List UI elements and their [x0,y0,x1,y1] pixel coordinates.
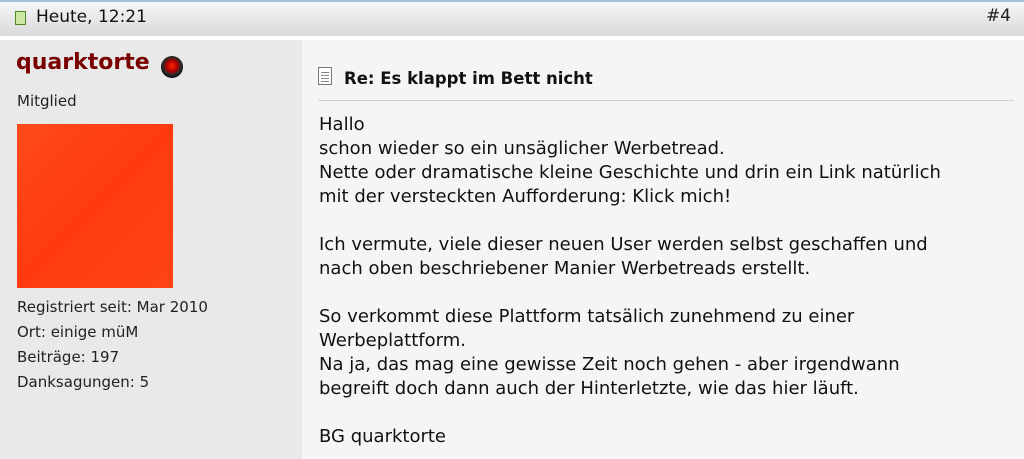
user-title: Mitglied [17,92,77,110]
post-body: Re: Es klappt im Bett nicht Hallo schon … [302,40,1024,459]
post-title: Re: Es klappt im Bett nicht [344,69,593,88]
message-line: mit der versteckten Aufforderung: Klick … [319,186,732,207]
post-title-row: Re: Es klappt im Bett nicht [318,62,1014,101]
stat-location: Ort: einige müM [17,323,139,341]
message-line: Nette oder dramatische kleine Geschichte… [319,162,941,183]
document-icon [318,67,332,85]
stat-registered: Registriert seit: Mar 2010 [17,298,208,316]
post-header: Heute, 12:21 #4 [0,0,1024,36]
message-line: begreift doch dann auch der Hinterletzte… [319,378,859,399]
post-message: Hallo schon wieder so ein unsäglicher We… [319,113,1019,449]
post-date: Heute, 12:21 [36,7,147,27]
message-line: So verkommt diese Plattform tatsälich zu… [319,306,855,327]
user-info-panel: quarktorte Mitglied Registriert seit: Ma… [0,40,302,459]
offline-status-icon [161,56,183,78]
avatar[interactable] [17,124,173,288]
message-line: Werbeplattform. [319,330,466,351]
user-stats: Registriert seit: Mar 2010 Ort: einige m… [17,295,208,395]
message-line: Hallo [319,114,365,135]
post-status-icon [15,11,26,25]
stat-posts: Beiträge: 197 [17,348,120,366]
message-line: Na ja, das mag eine gewisse Zeit noch ge… [319,354,900,375]
message-line: BG quarktorte [319,426,446,447]
stat-thanks: Danksagungen: 5 [17,373,150,391]
message-line: schon wieder so ein unsäglicher Werbetre… [319,138,725,159]
message-line: Ich vermute, viele dieser neuen User wer… [319,234,928,255]
username-link[interactable]: quarktorte [16,50,150,75]
post-number-link[interactable]: #4 [986,6,1011,26]
message-line: nach oben beschriebener Manier Werbetrea… [319,258,811,279]
